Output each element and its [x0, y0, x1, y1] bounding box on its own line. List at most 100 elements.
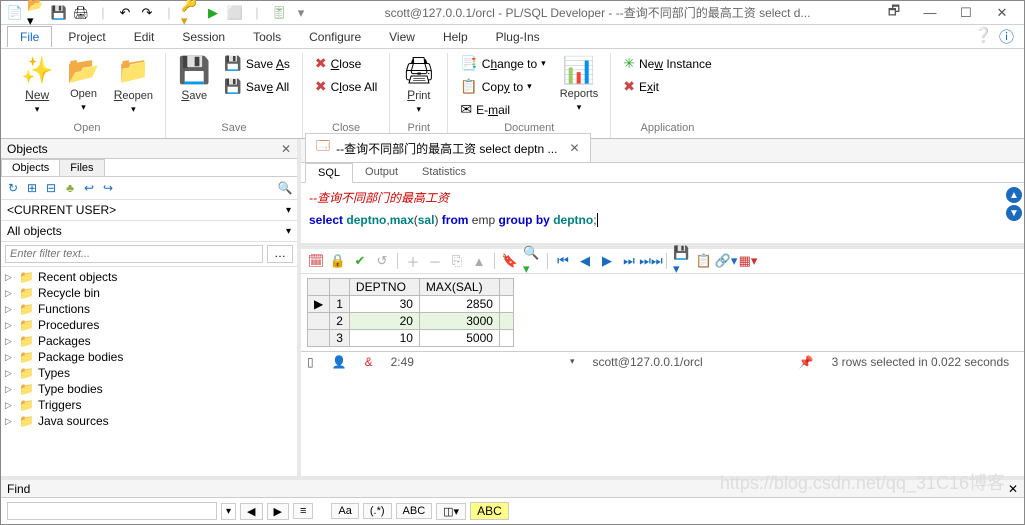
minimize-icon[interactable]: —	[920, 3, 940, 23]
menu-view[interactable]: View	[377, 27, 427, 47]
tree-item[interactable]: ▷📁Package bodies	[1, 349, 297, 365]
lock-icon[interactable]: 🔒	[329, 252, 347, 270]
email-button[interactable]: ✉E-mail	[456, 99, 549, 120]
table-row[interactable]: ▶1302850	[308, 296, 514, 313]
find-input[interactable]	[7, 502, 217, 520]
help-icon[interactable]: ❔	[974, 26, 993, 47]
nav-fwd-icon[interactable]: ↪	[100, 180, 116, 196]
tree-item[interactable]: ▷📁Packages	[1, 333, 297, 349]
print-button[interactable]: 🖨Print▾	[398, 53, 439, 117]
collapse-icon[interactable]: ⊟	[43, 180, 59, 196]
save-button[interactable]: 💾Save	[174, 53, 214, 104]
tree-item[interactable]: ▷📁Type bodies	[1, 381, 297, 397]
reopen-button[interactable]: 📁Reopen▾	[110, 53, 157, 117]
saveas-button[interactable]: 💾Save As	[220, 53, 293, 74]
qat-open-icon[interactable]: 📂▾	[27, 3, 47, 23]
closeall-button[interactable]: ✖Close All	[311, 76, 381, 97]
qat-print-icon[interactable]: 🖨	[71, 3, 91, 23]
qat-redo-icon[interactable]: ↷	[137, 3, 157, 23]
linked-icon[interactable]: 🔗▾	[717, 252, 735, 270]
col-maxsal[interactable]: MAX(SAL)	[419, 279, 499, 296]
menu-configure[interactable]: Configure	[297, 27, 373, 47]
qat-save-icon[interactable]: 💾	[49, 3, 69, 23]
current-user-dropdown[interactable]: <CURRENT USER>▾	[1, 200, 297, 221]
open-button[interactable]: 📂Open▾	[63, 53, 103, 115]
refresh-icon[interactable]: ↻	[5, 180, 21, 196]
maximize-icon[interactable]: ☐	[956, 3, 976, 23]
document-tab[interactable]: 🗔 --查询不同部门的最高工资 select deptn ... ✕	[305, 133, 591, 162]
child-restore-icon[interactable]: 🗗	[884, 3, 904, 23]
tab-files[interactable]: Files	[59, 159, 104, 176]
filter-more-button[interactable]: …	[267, 245, 293, 263]
fetch-next-icon[interactable]: 🗓	[307, 252, 325, 270]
menu-plugins[interactable]: Plug-Ins	[484, 27, 552, 47]
menu-file[interactable]: File	[7, 26, 52, 47]
add-row-icon[interactable]: ＋	[404, 252, 422, 270]
tree-item[interactable]: ▷📁Recent objects	[1, 269, 297, 285]
find-in-grid-icon[interactable]: 🔍▾	[523, 252, 541, 270]
delete-row-icon[interactable]: －	[426, 252, 444, 270]
tree-item[interactable]: ▷📁Types	[1, 365, 297, 381]
qat-undo-icon[interactable]: ↶	[115, 3, 135, 23]
qat-stop-icon[interactable]: ⬜	[225, 3, 245, 23]
menu-help[interactable]: Help	[431, 27, 480, 47]
mark-button[interactable]: ABC	[470, 502, 509, 520]
post-icon[interactable]: ▲	[470, 252, 488, 270]
subtab-output[interactable]: Output	[353, 163, 410, 182]
search-toggle-icon[interactable]: 🔍	[277, 180, 293, 196]
result-grid[interactable]: DEPTNOMAX(SAL) ▶130285022030003105000	[307, 278, 514, 347]
find-close-icon[interactable]: ✕	[1008, 482, 1018, 496]
tree-item[interactable]: ▷📁Functions	[1, 301, 297, 317]
menu-edit[interactable]: Edit	[122, 27, 167, 47]
scroll-up-icon[interactable]: ▲	[1006, 187, 1022, 203]
qat-new-icon[interactable]: 📄	[5, 3, 25, 23]
find-prev-icon[interactable]: ◀	[240, 503, 262, 520]
saveall-button[interactable]: 💾Save All	[220, 76, 293, 97]
new-button[interactable]: ✨New▾	[17, 53, 57, 117]
prev-icon[interactable]: ◀	[576, 252, 594, 270]
dup-row-icon[interactable]: ⎘	[448, 252, 466, 270]
changeto-button[interactable]: 📑Change to▾	[456, 53, 549, 74]
grid-view-icon[interactable]: ▦▾	[739, 252, 757, 270]
case-sensitive-button[interactable]: Aa	[331, 503, 358, 519]
qat-run-icon[interactable]: ▶	[203, 3, 223, 23]
bookmark-icon[interactable]: 🔖	[501, 252, 519, 270]
scroll-down-icon[interactable]: ▼	[1006, 205, 1022, 221]
expand-icon[interactable]: ⊞	[24, 180, 40, 196]
status-conn-dd[interactable]: ▾	[570, 356, 575, 367]
regex-button[interactable]: (.*)	[363, 503, 392, 519]
reports-button[interactable]: 📊Reports▾	[556, 53, 603, 115]
subtab-statistics[interactable]: Statistics	[410, 163, 478, 182]
tab-objects[interactable]: Objects	[1, 159, 60, 176]
whole-word-button[interactable]: ABC	[396, 503, 433, 519]
find-dropdown-icon[interactable]: ▾	[221, 503, 236, 520]
menu-session[interactable]: Session	[170, 27, 237, 47]
next-icon[interactable]: ▶	[598, 252, 616, 270]
qat-sliders-icon[interactable]: 🎚	[269, 3, 289, 23]
filter-input[interactable]	[5, 245, 263, 263]
tree-item[interactable]: ▷📁Java sources	[1, 413, 297, 429]
copyto-button[interactable]: 📋Copy to▾	[456, 76, 549, 97]
close-icon[interactable]: ✕	[992, 3, 1012, 23]
exit-button[interactable]: ✖Exit	[619, 76, 715, 97]
last-icon[interactable]: ⏭	[620, 252, 638, 270]
document-tab-close-icon[interactable]: ✕	[569, 141, 579, 155]
table-row[interactable]: 2203000	[308, 313, 514, 330]
object-tree[interactable]: ▷📁Recent objects▷📁Recycle bin▷📁Functions…	[1, 267, 297, 476]
col-deptno[interactable]: DEPTNO	[349, 279, 419, 296]
menu-tools[interactable]: Tools	[241, 27, 293, 47]
single-record-icon[interactable]: 📋	[695, 252, 713, 270]
panel-close-icon[interactable]: ✕	[281, 142, 291, 156]
selected-text-button[interactable]: ◫▾	[436, 503, 466, 520]
tree-item[interactable]: ▷📁Recycle bin	[1, 285, 297, 301]
tree-icon[interactable]: ♣	[62, 180, 78, 196]
first-icon[interactable]: ⏮	[554, 252, 572, 270]
fetch-all-icon[interactable]: ⏭⏭	[642, 252, 660, 270]
nav-back-icon[interactable]: ↩	[81, 180, 97, 196]
table-row[interactable]: 3105000	[308, 330, 514, 347]
qat-key-icon[interactable]: 🔑▾	[181, 3, 201, 23]
export-icon[interactable]: 💾▾	[673, 252, 691, 270]
sql-editor[interactable]: --查询不同部门的最高工资 select deptno,max(sal) fro…	[301, 183, 1004, 243]
pin-icon[interactable]: 📌	[799, 355, 814, 369]
newinstance-button[interactable]: ✳New Instance	[619, 53, 715, 74]
